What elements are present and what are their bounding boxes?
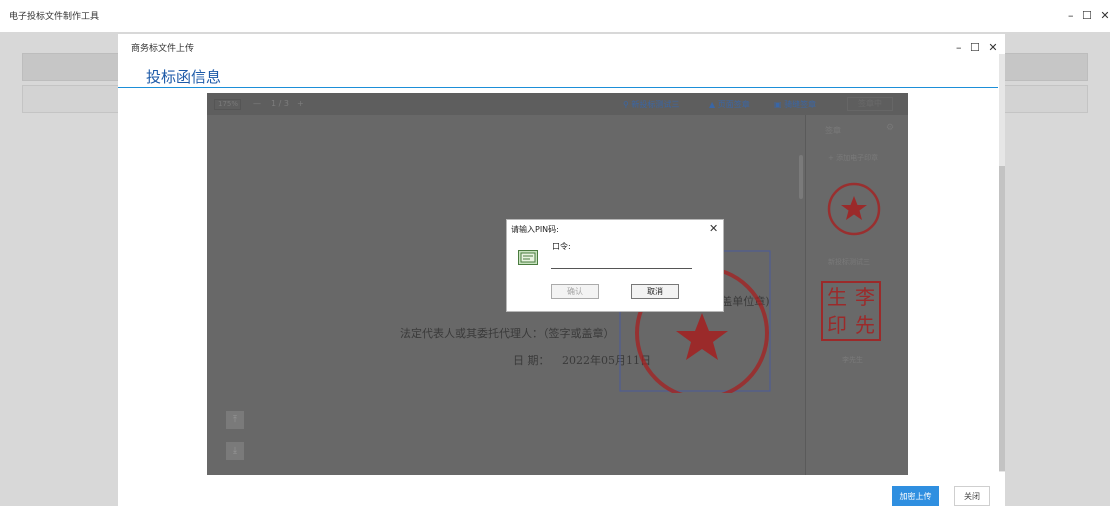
seal-panel-title: 签章: [825, 126, 841, 135]
page-stamp-button[interactable]: ▲ 页面签章: [709, 99, 750, 110]
pin-dialog: 请输入PIN码: ✕ 口令: 确认 取消: [506, 219, 724, 312]
signer-selector[interactable]: ⚲ 新投标测试三: [623, 99, 679, 110]
dialog-title: 商务标文件上传: [131, 44, 195, 54]
pin-dialog-title: 请输入PIN码:: [511, 225, 559, 234]
date-label: 日 期：: [513, 354, 550, 367]
page-indicator[interactable]: 1 / 3: [271, 99, 289, 108]
add-seal-link[interactable]: + 添加电子印章: [828, 153, 878, 163]
seam-stamp-button[interactable]: ▣ 骑缝签章: [774, 99, 816, 110]
seal-panel: 签章 ⚙ + 添加电子印章 新投标测试三 生 李 印 先 李先生: [805, 115, 908, 475]
pin-cancel-button[interactable]: 取消: [631, 284, 679, 299]
seal-char: 李: [855, 285, 875, 309]
dialog-scroll-thumb[interactable]: [999, 166, 1005, 471]
round-seal-icon[interactable]: [826, 181, 882, 237]
app-window-controls: – ☐ ✕: [1063, 9, 1110, 22]
stamp-status-button[interactable]: 签章中: [847, 97, 893, 111]
dialog-close-icon[interactable]: ✕: [988, 41, 997, 54]
gear-icon[interactable]: ⚙: [886, 123, 894, 133]
zoom-out-button[interactable]: —: [253, 99, 261, 108]
go-top-button[interactable]: ⤒: [226, 411, 244, 429]
pdf-scroll-thumb[interactable]: [799, 155, 803, 199]
seal-char: 生: [827, 285, 847, 309]
dialog-scrollbar[interactable]: [999, 54, 1005, 472]
signer-name: 新投标测试三: [631, 100, 680, 109]
pin-confirm-button[interactable]: 确认: [551, 284, 599, 299]
seam-stamp-label: 骑缝签章: [784, 100, 817, 109]
square-seal-label: 李先生: [842, 356, 863, 364]
pin-close-icon[interactable]: ✕: [709, 222, 718, 235]
pdf-toolbar: 175% — 1 / 3 + ⚲ 新投标测试三 ▲ 页面签章 ▣ 骑缝签章 签章…: [207, 93, 908, 115]
dialog-maximize-icon[interactable]: ☐: [970, 41, 980, 54]
go-bottom-button[interactable]: ⤓: [226, 442, 244, 460]
zoom-select[interactable]: 175%: [214, 99, 241, 110]
encrypt-upload-button[interactable]: 加密上传: [892, 486, 939, 506]
seam-icon: ▣: [774, 100, 785, 109]
user-icon: ▲: [709, 100, 718, 109]
round-seal-label: 新投标测试三: [828, 258, 870, 266]
pin-input[interactable]: [551, 257, 692, 269]
dialog-minimize-icon[interactable]: –: [956, 41, 962, 54]
app-titlebar: 电子投标文件制作工具 – ☐ ✕: [0, 0, 1110, 32]
section-divider: [118, 87, 998, 88]
minimize-icon[interactable]: –: [1068, 9, 1074, 22]
applied-seal-star: [676, 313, 728, 360]
seal-char: 印: [827, 313, 847, 337]
square-seal-icon[interactable]: 生 李 印 先: [821, 281, 881, 341]
close-button[interactable]: 关闭: [954, 486, 990, 506]
close-icon[interactable]: ✕: [1100, 9, 1109, 22]
dialog-window-controls: – ☐ ✕: [951, 41, 998, 54]
section-title: 投标函信息: [146, 68, 222, 86]
certificate-icon: [518, 250, 538, 265]
zoom-in-button[interactable]: +: [297, 99, 304, 108]
app-title: 电子投标文件制作工具: [9, 12, 100, 22]
maximize-icon[interactable]: ☐: [1082, 9, 1092, 22]
page-stamp-label: 页面签章: [717, 100, 750, 109]
pin-label: 口令:: [552, 242, 571, 251]
seal-char: 先: [855, 313, 875, 337]
legal-rep-line: 法定代表人或其委托代理人：（签字或盖章）: [400, 327, 615, 340]
